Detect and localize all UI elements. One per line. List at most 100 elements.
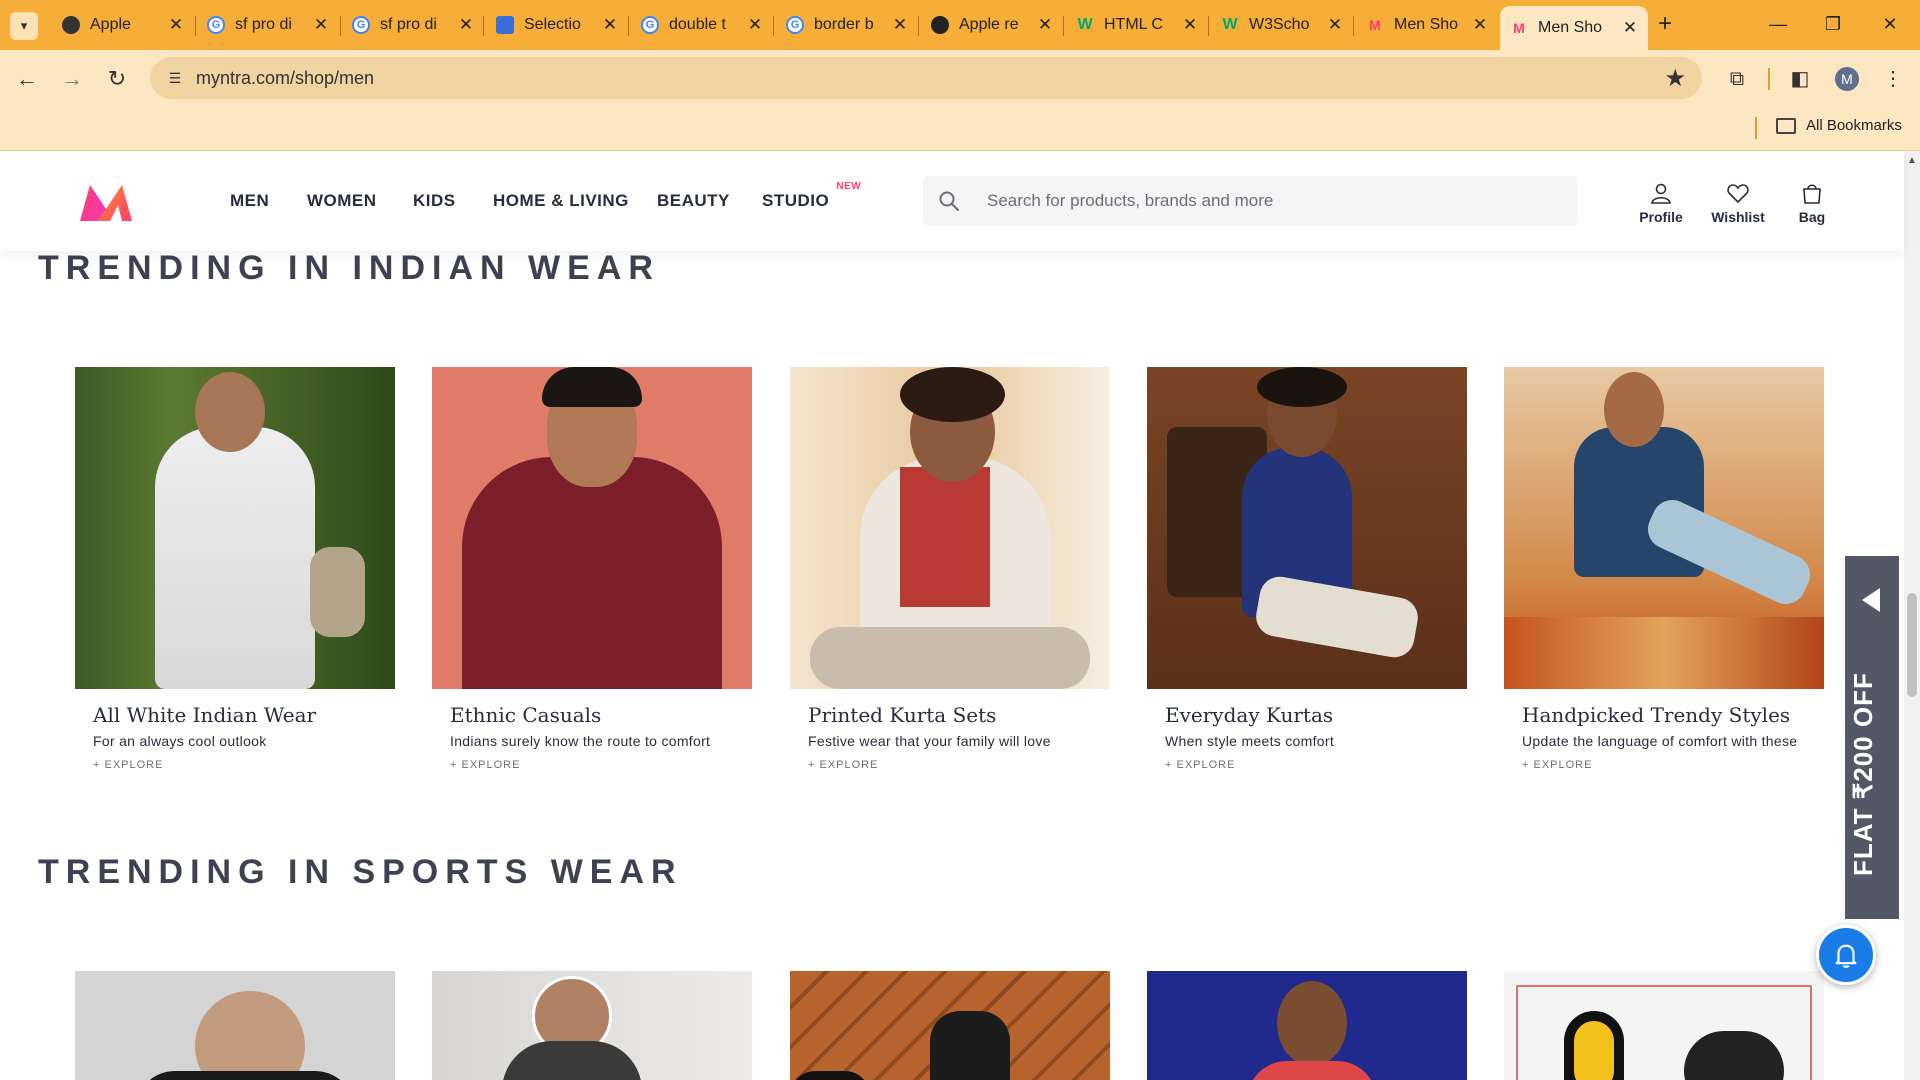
explore-link[interactable]: + EXPLORE <box>93 759 395 771</box>
tab-apple[interactable]: Apple ✕ <box>52 8 194 42</box>
tab-apple-re[interactable]: Apple re ✕ <box>921 8 1063 42</box>
nav-women[interactable]: WOMEN <box>307 191 377 211</box>
tab-label: sf pro di <box>380 16 437 33</box>
card-everyday-kurtas[interactable]: Everyday Kurtas When style meets comfort… <box>1147 367 1467 771</box>
close-icon[interactable]: ✕ <box>1472 15 1488 35</box>
card-image[interactable] <box>75 367 395 689</box>
tab-sf-pro-2[interactable]: G sf pro di ✕ <box>342 8 484 42</box>
restore-button[interactable]: ❐ <box>1813 10 1853 38</box>
close-window-button[interactable]: ✕ <box>1870 10 1910 38</box>
heart-icon <box>1727 184 1749 204</box>
tab-html[interactable]: W HTML C ✕ <box>1066 8 1208 42</box>
close-icon[interactable]: ✕ <box>602 15 618 35</box>
nav-kids[interactable]: KIDS <box>413 191 456 211</box>
tab-label: Apple <box>90 16 131 33</box>
new-tab-button[interactable]: + <box>1651 10 1679 38</box>
folder-icon <box>1776 117 1796 134</box>
tab-selection[interactable]: Selectio ✕ <box>486 8 628 42</box>
tab-men-shop-1[interactable]: M Men Sho ✕ <box>1356 8 1498 42</box>
bag-button[interactable]: Bag <box>1782 181 1842 225</box>
card-image[interactable] <box>432 367 752 689</box>
scrollbar-thumb[interactable] <box>1907 593 1917 697</box>
sports-card-4[interactable] <box>1147 971 1467 1080</box>
menu-kebab-icon[interactable]: ⋮ <box>1878 64 1908 94</box>
card-ethnic-casuals[interactable]: Ethnic Casuals Indians surely know the r… <box>432 367 752 771</box>
tab-label: Men Sho <box>1394 16 1459 33</box>
page-scrollbar[interactable]: ▲ <box>1904 151 1920 1080</box>
card-image[interactable] <box>790 367 1110 689</box>
apple-favicon-icon <box>62 16 80 34</box>
google-favicon-icon: G <box>207 16 225 34</box>
close-icon[interactable]: ✕ <box>747 15 763 35</box>
notification-bell-button[interactable] <box>1816 925 1876 985</box>
sports-card-5[interactable] <box>1504 971 1824 1080</box>
reload-button[interactable]: ↻ <box>100 62 134 96</box>
new-badge: NEW <box>836 181 862 192</box>
tab-men-shop-active[interactable]: M Men Sho ✕ <box>1500 6 1648 50</box>
bookmark-star-icon[interactable]: ★ <box>1664 64 1686 93</box>
close-icon[interactable]: ✕ <box>1182 15 1198 35</box>
sports-card-1[interactable] <box>75 971 395 1080</box>
forward-button[interactable]: → <box>55 62 89 96</box>
nav-home-living[interactable]: HOME & LIVING <box>493 191 629 211</box>
card-printed-kurta-sets[interactable]: Printed Kurta Sets Festive wear that you… <box>790 367 1110 771</box>
site-info-icon[interactable]: ☰ <box>164 67 186 89</box>
profile-button[interactable]: Profile <box>1631 181 1691 225</box>
url-text[interactable]: myntra.com/shop/men <box>196 68 374 89</box>
bell-icon <box>1835 944 1857 968</box>
user-icon <box>1651 183 1671 204</box>
google-favicon-icon: G <box>786 16 804 34</box>
bookmarks-bar: All Bookmarks <box>0 107 1920 151</box>
close-icon[interactable]: ✕ <box>1037 15 1053 35</box>
explore-link[interactable]: + EXPLORE <box>808 759 1110 771</box>
tab-label: Apple re <box>959 16 1019 33</box>
card-image[interactable] <box>1504 367 1824 689</box>
tab-w3schools[interactable]: W W3Scho ✕ <box>1211 8 1353 42</box>
nav-beauty[interactable]: BEAUTY <box>657 191 730 211</box>
nav-men[interactable]: MEN <box>230 191 269 211</box>
myntra-logo[interactable] <box>76 181 136 223</box>
search-box[interactable] <box>923 176 1577 226</box>
close-icon[interactable]: ✕ <box>313 15 329 35</box>
tab-border[interactable]: G border b ✕ <box>776 8 918 42</box>
close-icon[interactable]: ✕ <box>1622 18 1638 38</box>
google-favicon-icon: G <box>352 16 370 34</box>
bag-label: Bag <box>1798 209 1826 225</box>
explore-link[interactable]: + EXPLORE <box>1522 759 1824 771</box>
card-all-white-indian-wear[interactable]: All White Indian Wear For an always cool… <box>75 367 395 771</box>
side-panel-icon[interactable]: ◧ <box>1785 64 1815 94</box>
search-icon <box>939 191 959 211</box>
extensions-icon[interactable]: ⧉ <box>1722 64 1752 94</box>
w3schools-favicon-icon: W <box>1077 16 1093 33</box>
explore-link[interactable]: + EXPLORE <box>450 759 752 771</box>
arrow-left-icon[interactable] <box>1862 588 1880 612</box>
minimize-button[interactable]: — <box>1758 10 1798 38</box>
tab-sf-pro-1[interactable]: G sf pro di ✕ <box>197 8 339 42</box>
close-icon[interactable]: ✕ <box>1327 15 1343 35</box>
card-title: Printed Kurta Sets <box>808 703 997 727</box>
wishlist-button[interactable]: Wishlist <box>1708 181 1768 225</box>
tab-double[interactable]: G double t ✕ <box>631 8 773 42</box>
profile-avatar[interactable]: M <box>1835 67 1859 91</box>
card-handpicked-trendy-styles[interactable]: Handpicked Trendy Styles Update the lang… <box>1504 367 1824 771</box>
card-subtitle: Indians surely know the route to comfort <box>450 733 711 749</box>
card-image[interactable] <box>1147 367 1467 689</box>
sports-card-3[interactable] <box>790 971 1110 1080</box>
sports-card-2[interactable] <box>432 971 752 1080</box>
wishlist-label: Wishlist <box>1711 209 1765 225</box>
close-icon[interactable]: ✕ <box>458 15 474 35</box>
back-button[interactable]: ← <box>10 62 44 96</box>
tab-search-button[interactable]: ▾ <box>10 12 38 40</box>
section-title-sports-wear: TRENDING IN SPORTS WEAR <box>38 853 683 891</box>
card-subtitle: When style meets comfort <box>1165 733 1335 749</box>
scroll-up-icon[interactable]: ▲ <box>1907 155 1917 166</box>
explore-link[interactable]: + EXPLORE <box>1165 759 1467 771</box>
close-icon[interactable]: ✕ <box>892 15 908 35</box>
tab-label: Men Sho <box>1538 19 1603 36</box>
promo-offer-tab[interactable]: FLAT ₹200 OFF <box>1845 556 1899 919</box>
address-bar[interactable]: ☰ myntra.com/shop/men ★ <box>150 57 1702 99</box>
close-icon[interactable]: ✕ <box>168 15 184 35</box>
search-input[interactable] <box>987 176 1547 226</box>
all-bookmarks-button[interactable]: All Bookmarks <box>1776 117 1902 134</box>
nav-studio[interactable]: STUDIO NEW <box>762 181 861 211</box>
